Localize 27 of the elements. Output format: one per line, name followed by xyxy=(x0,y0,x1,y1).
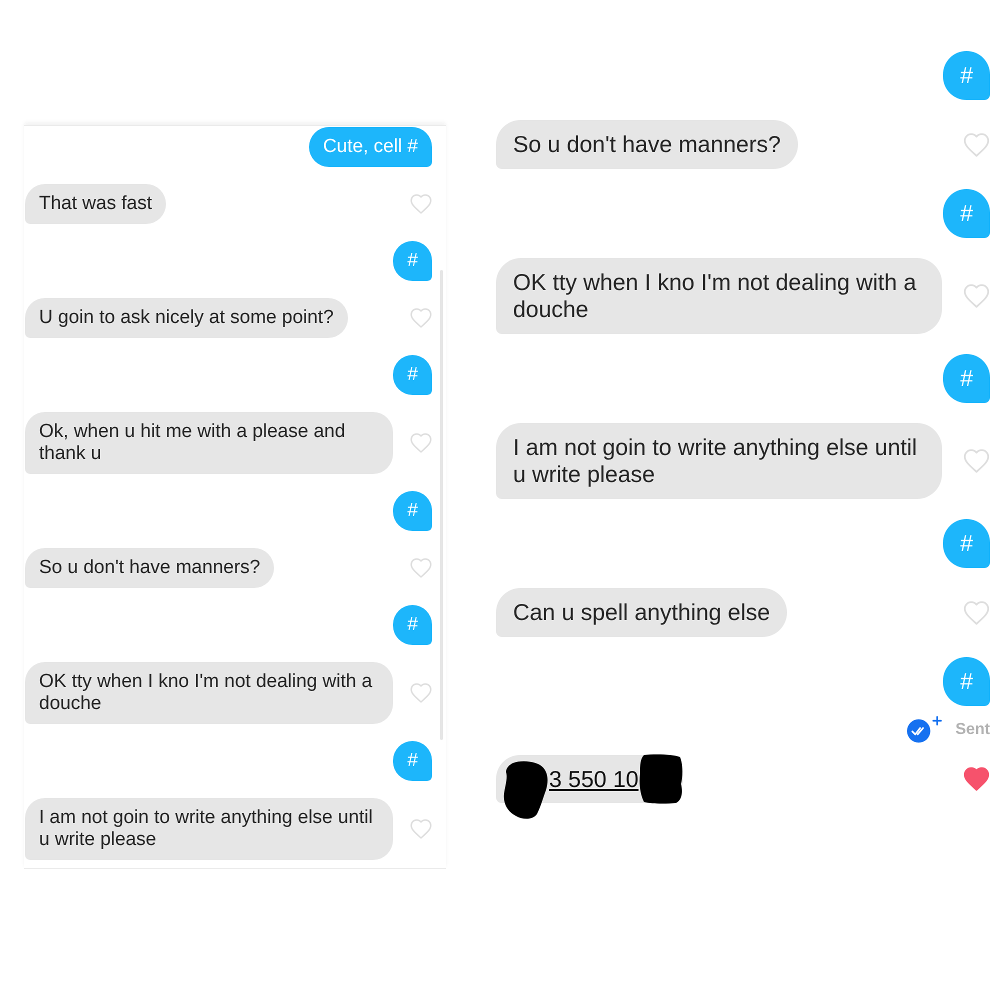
sent-message: # xyxy=(393,741,432,781)
sent-message: # xyxy=(943,519,990,568)
sent-message: # xyxy=(393,355,432,395)
sent-message: # xyxy=(943,354,990,403)
sent-message: # xyxy=(943,51,990,100)
sent-message: # xyxy=(943,657,990,706)
received-message: So u don't have manners? xyxy=(25,548,274,588)
sent-message: # xyxy=(393,491,432,531)
sent-message: # xyxy=(393,605,432,645)
received-message: Ok, when u hit me with a please and thank u xyxy=(25,412,393,474)
sent-message: # xyxy=(943,189,990,238)
sent-message: # xyxy=(393,241,432,281)
received-message: OK tty when I kno I'm not dealing with a douche xyxy=(25,662,393,724)
received-message: So u don't have manners? xyxy=(496,120,798,169)
double-check-icon xyxy=(907,716,942,743)
heart-icon[interactable] xyxy=(963,767,990,791)
redaction-scribble-icon xyxy=(503,760,549,820)
received-message: I am not goin to write anything else until u write please xyxy=(496,423,942,499)
received-message: That was fast xyxy=(25,184,166,224)
received-message: OK tty when I kno I'm not dealing with a douche xyxy=(496,258,942,334)
received-message: U goin to ask nicely at some point? xyxy=(25,298,348,338)
phone-number-link[interactable]: 3 550 10 xyxy=(549,766,639,792)
redaction-scribble-icon xyxy=(638,754,683,804)
sent-message: Cute, cell # xyxy=(308,127,432,167)
received-message: Can u spell anything else xyxy=(496,588,787,637)
received-message: I am not goin to write anything else until u write please xyxy=(25,798,393,860)
sent-status-label: Sent xyxy=(955,720,990,740)
